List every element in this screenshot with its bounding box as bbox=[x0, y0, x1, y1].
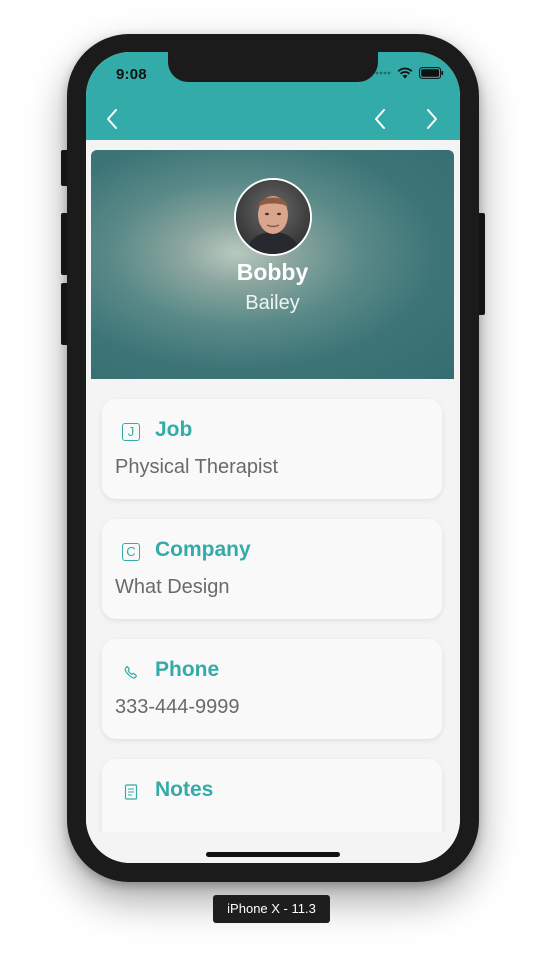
status-icons bbox=[375, 67, 444, 79]
chevron-left-icon bbox=[107, 109, 117, 129]
notes-icon bbox=[120, 781, 142, 803]
wifi-icon bbox=[397, 67, 413, 79]
back-button[interactable] bbox=[97, 104, 127, 134]
avatar-photo bbox=[236, 180, 310, 254]
company-icon: C bbox=[120, 541, 142, 563]
company-card-value: What Design bbox=[115, 576, 230, 598]
notes-card[interactable]: Notes bbox=[102, 759, 442, 832]
company-card[interactable]: C Company What Design bbox=[102, 519, 442, 619]
battery-icon bbox=[419, 67, 444, 79]
job-card-title: Job bbox=[155, 418, 193, 441]
phone-icon bbox=[120, 661, 142, 683]
phone-card-title: Phone bbox=[155, 658, 220, 681]
next-contact-button[interactable] bbox=[417, 104, 447, 134]
status-time: 9:08 bbox=[116, 66, 147, 83]
signal-dots-icon bbox=[375, 71, 391, 75]
job-card[interactable]: J Job Physical Therapist bbox=[102, 399, 442, 499]
home-indicator[interactable] bbox=[206, 852, 340, 857]
job-icon: J bbox=[120, 421, 142, 443]
chevron-left-icon bbox=[375, 109, 385, 129]
phone-card[interactable]: Phone 333-444-9999 bbox=[102, 639, 442, 739]
device-label: iPhone X - 11.3 bbox=[213, 895, 330, 923]
contact-first-name: Bobby bbox=[236, 259, 309, 285]
contact-header: Bobby Bailey bbox=[91, 150, 454, 379]
home-indicator-area bbox=[86, 832, 460, 863]
contact-last-name: Bailey bbox=[245, 292, 300, 314]
simulator-stage: 9:08 Bobby Bailey J Job Physical Therapi… bbox=[0, 0, 545, 964]
previous-contact-button[interactable] bbox=[365, 104, 395, 134]
navigation-bar: 9:08 bbox=[86, 52, 460, 140]
chevron-right-icon bbox=[427, 109, 437, 129]
company-card-title: Company bbox=[155, 538, 251, 561]
avatar[interactable] bbox=[234, 178, 312, 256]
notch bbox=[168, 52, 378, 82]
notes-card-title: Notes bbox=[155, 778, 214, 801]
phone-card-value: 333-444-9999 bbox=[115, 696, 240, 718]
contact-detail-scroll[interactable]: Bobby Bailey J Job Physical Therapist C … bbox=[86, 140, 460, 832]
phone-screen: 9:08 Bobby Bailey J Job Physical Therapi… bbox=[86, 52, 460, 863]
job-card-value: Physical Therapist bbox=[115, 456, 279, 478]
